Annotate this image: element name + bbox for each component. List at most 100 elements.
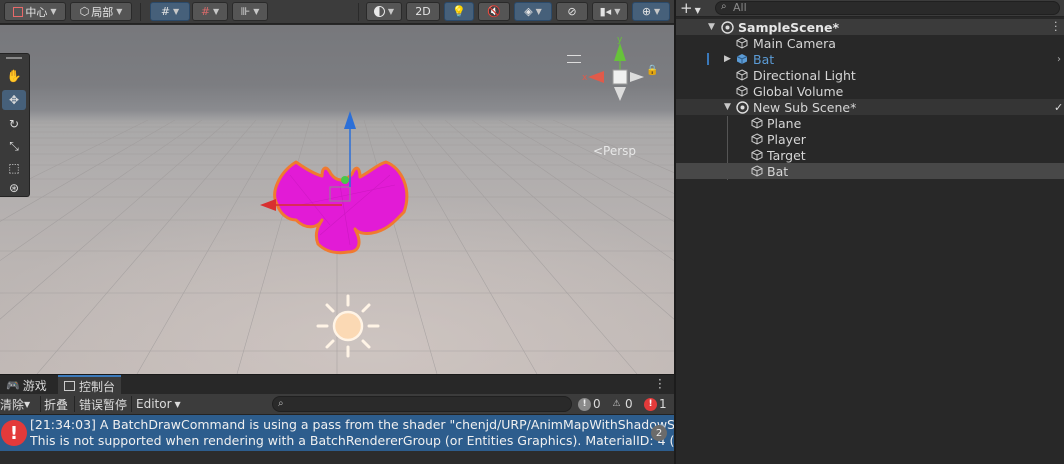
- error-icon: !: [644, 397, 657, 411]
- space-mode-dropdown[interactable]: ⬡ 局部 ▼: [70, 2, 132, 21]
- ruler-dropdown[interactable]: ⊪ ▼: [232, 2, 268, 21]
- axis-neg-y-cone[interactable]: [614, 87, 626, 101]
- scene-viewport[interactable]: y x 🔒 <Persp ✋ ✥ ↻ ⤡ ⬚ ⊛: [0, 25, 674, 374]
- scene-render: y x: [0, 35, 674, 374]
- log-message-line1: [21:34:03] A BatchDrawCommand is using a…: [30, 417, 674, 432]
- collapse-toggle[interactable]: 折叠: [44, 395, 68, 413]
- tree-row-plane[interactable]: Plane: [676, 115, 1064, 131]
- scale-tool[interactable]: ⤡: [2, 136, 26, 156]
- info-icon: !: [578, 397, 591, 411]
- chevron-down-icon: ▼: [50, 7, 57, 16]
- tree-label: Main Camera: [753, 35, 836, 51]
- error-pause-toggle[interactable]: 错误暂停: [79, 395, 127, 413]
- effects-dropdown[interactable]: ◈ ▼: [514, 2, 552, 21]
- console-log-entry[interactable]: ! [21:34:03] A BatchDrawCommand is using…: [0, 415, 674, 451]
- rect-tool[interactable]: ⬚: [2, 158, 26, 178]
- clear-options-dropdown[interactable]: ▼: [24, 395, 30, 413]
- mute-icon: 🔇: [487, 5, 501, 18]
- axis-y-cone[interactable]: [614, 43, 626, 61]
- tree-label: Bat: [767, 163, 789, 179]
- tab-game[interactable]: 🎮 游戏: [0, 375, 53, 395]
- hierarchy-search-input[interactable]: ⌕ All: [715, 1, 1060, 15]
- row-menu-icon[interactable]: · · ·: [1054, 17, 1058, 36]
- hand-tool[interactable]: ✋: [2, 66, 26, 86]
- increment-snap-dropdown[interactable]: # ▼: [192, 2, 228, 21]
- tree-row-bat-prefab[interactable]: ▶ Bat ›: [676, 51, 1064, 67]
- move-arrows-icon: ✥: [8, 93, 20, 107]
- expand-arrow-icon[interactable]: ▼: [724, 102, 731, 112]
- grid-icon: #: [160, 5, 171, 18]
- toolbar-divider: [74, 396, 75, 412]
- grid-snap-toggle[interactable]: # ▼: [150, 2, 190, 21]
- chevron-down-icon: ▼: [253, 7, 260, 16]
- viewport-menu-icon[interactable]: [567, 55, 581, 63]
- bat-pivot-point: [341, 176, 349, 184]
- clear-button[interactable]: 清除: [0, 395, 24, 413]
- unity-scene-icon: [735, 100, 749, 114]
- tree-label: Player: [767, 131, 806, 147]
- expand-arrow-icon[interactable]: ▼: [708, 22, 715, 32]
- error-count-toggle[interactable]: ! 1: [644, 395, 667, 413]
- expand-arrow-icon[interactable]: ▶: [724, 54, 731, 64]
- sun-icon: [332, 310, 364, 342]
- move-tool[interactable]: ✥: [2, 90, 26, 110]
- log-message-line2: This is not supported when rendering wit…: [30, 433, 674, 448]
- editor-target-dropdown[interactable]: Editor ▼: [136, 395, 181, 413]
- rotate-tool[interactable]: ↻: [2, 114, 26, 134]
- gameobject-cube-icon: [735, 68, 749, 82]
- clear-label: 清除: [0, 397, 25, 412]
- tree-row-target[interactable]: Target: [676, 147, 1064, 163]
- chevron-right-icon[interactable]: ›: [1057, 54, 1061, 65]
- lighting-toggle[interactable]: 💡: [444, 2, 474, 21]
- checkmark-icon[interactable]: ✓: [1054, 101, 1063, 114]
- directional-light-gizmo[interactable]: [316, 294, 380, 358]
- warning-count-toggle[interactable]: ⚠ 0: [610, 395, 632, 413]
- lock-icon[interactable]: 🔒: [646, 65, 658, 76]
- console-menu-icon[interactable]: · · ·: [658, 374, 662, 394]
- pivot-mode-label: 中心: [25, 5, 48, 19]
- transform-tool[interactable]: ⊛: [2, 178, 26, 198]
- collapse-label: 折叠: [44, 397, 69, 412]
- audio-toggle[interactable]: 🔇: [478, 2, 510, 21]
- tree-row-player[interactable]: Player: [676, 131, 1064, 147]
- console-toolbar: 清除 ▼ 折叠 错误暂停 Editor ▼ ⌕ ! 0 ⚠ 0 ! 1: [0, 394, 674, 415]
- console-search-input[interactable]: ⌕: [272, 396, 572, 412]
- toggle-2d-button[interactable]: 2D: [406, 2, 440, 21]
- log-count: 0: [593, 397, 601, 411]
- tree-row-main-camera[interactable]: Main Camera: [676, 35, 1064, 51]
- camera-settings-dropdown[interactable]: ▮◂ ▼: [592, 2, 628, 21]
- console-icon: [64, 381, 75, 391]
- chevron-down-icon: ▼: [387, 7, 395, 16]
- tree-row-sample-scene[interactable]: ▼ SampleScene* · · ·: [676, 17, 1064, 36]
- add-object-button[interactable]: + ▼: [680, 0, 701, 17]
- axis-center-cube[interactable]: [612, 69, 628, 85]
- video-camera-icon: ▮◂: [599, 5, 612, 18]
- tree-label: Global Volume: [753, 83, 844, 99]
- error-icon: !: [1, 420, 27, 446]
- chevron-down-icon: ▼: [116, 7, 123, 16]
- log-count-toggle[interactable]: ! 0: [578, 395, 601, 413]
- gizmos-dropdown[interactable]: ⊕ ▼: [632, 2, 670, 21]
- chevron-down-icon: ▼: [535, 7, 542, 16]
- hierarchy-toolbar: + ▼ ⌕ All: [676, 0, 1064, 17]
- effects-layers-icon: ◈: [524, 5, 533, 18]
- pivot-mode-dropdown[interactable]: 中心 ▼: [4, 2, 66, 21]
- drag-handle-icon[interactable]: [6, 57, 22, 59]
- orientation-gizmo[interactable]: y x: [582, 35, 644, 101]
- shading-mode-dropdown[interactable]: ▼: [366, 2, 402, 21]
- eye-slash-icon: ⊘: [567, 5, 577, 18]
- tree-row-sub-scene[interactable]: ▼ New Sub Scene* ✓: [676, 99, 1064, 115]
- axis-neg-x-cone[interactable]: [630, 72, 644, 82]
- toolbar-divider: [358, 3, 359, 21]
- tree-row-directional-light[interactable]: Directional Light: [676, 67, 1064, 83]
- tree-row-bat[interactable]: Bat: [676, 163, 1064, 179]
- tab-console[interactable]: 控制台: [58, 375, 122, 395]
- visibility-toggle[interactable]: ⊘: [556, 2, 588, 21]
- camera-projection-label[interactable]: <Persp: [593, 144, 636, 158]
- tree-row-global-volume[interactable]: Global Volume: [676, 83, 1064, 99]
- axis-x-cone[interactable]: [588, 71, 604, 83]
- gameobject-cube-icon: [750, 116, 764, 130]
- rect-icon: ⬚: [8, 161, 20, 175]
- tree-label: New Sub Scene*: [753, 99, 857, 115]
- gamepad-icon: 🎮: [6, 378, 20, 392]
